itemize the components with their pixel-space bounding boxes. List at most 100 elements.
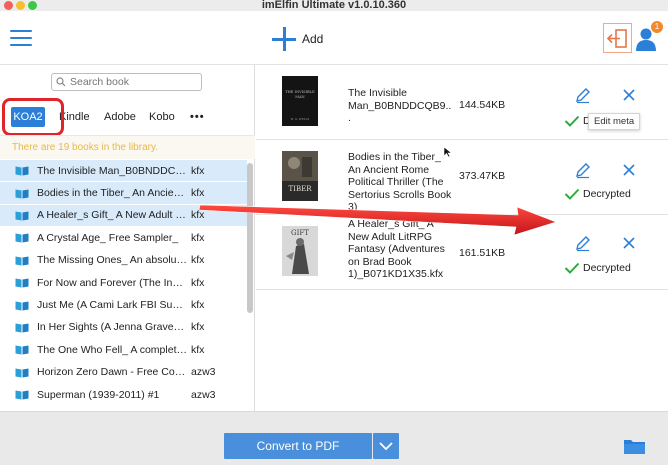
book-title: The Missing Ones_ An absolutely gripping… — [37, 254, 187, 267]
library-panel: KOA2 Kindle Adobe Kobo ••• There are 19 … — [0, 65, 255, 411]
edit-icon[interactable] — [574, 234, 592, 252]
book-list-item[interactable]: Superman (1939-2011) #1 azw3 — [0, 384, 247, 407]
book-icon — [15, 166, 29, 176]
search-input[interactable] — [70, 76, 190, 88]
conversion-item: GIFT A Healer_s Gift_ A New Adult LitRPG… — [256, 215, 668, 290]
book-cover-image: TIBER — [282, 151, 318, 201]
edit-meta-tooltip: Edit meta — [588, 113, 641, 130]
search-icon — [56, 77, 66, 87]
convert-button[interactable]: Convert to PDF — [224, 433, 372, 459]
folder-icon[interactable] — [623, 437, 646, 455]
notification-badge: 1 — [651, 21, 663, 33]
remove-icon[interactable] — [621, 162, 637, 178]
book-title: Bodies in the Tiber_ An Ancient Rome Pol… — [37, 187, 187, 200]
edit-icon[interactable] — [574, 161, 592, 179]
book-format: kfx — [191, 299, 205, 312]
book-format: kfx — [191, 343, 205, 356]
decrypted-status: Decrypted — [564, 188, 631, 200]
book-icon — [15, 189, 29, 199]
title-bar: imElfin Ultimate v1.0.10.360 — [0, 0, 668, 11]
book-list-item[interactable]: A Healer_s Gift_ A New Adult LitRPG Fant… — [0, 204, 247, 228]
chevron-down-icon — [379, 442, 393, 451]
conversion-file-name: The Invisible Man_B0BNDDCQB9... — [348, 87, 452, 124]
book-list-scrollbar[interactable] — [247, 160, 253, 410]
decrypted-status: Decrypted — [564, 262, 631, 274]
tab-kindle[interactable]: Kindle — [59, 107, 90, 127]
book-title: The One Who Fell_ A complete thriller — [37, 343, 187, 356]
book-format: kfx — [191, 209, 205, 222]
remove-icon[interactable] — [621, 235, 637, 251]
conversion-item: TIBER Bodies in the Tiber_ An Ancient Ro… — [256, 140, 668, 215]
book-title: Superman (1939-2011) #1 — [37, 388, 160, 401]
book-icon — [15, 278, 29, 288]
book-list-item[interactable]: Horizon Zero Dawn - Free Comic Book Day a… — [0, 362, 247, 384]
book-list-item[interactable]: The One Who Fell_ A complete thriller kfx — [0, 339, 247, 362]
book-list-item[interactable]: For Now and Forever (The Inn at Sunset H… — [0, 272, 247, 295]
book-icon — [15, 345, 29, 355]
status-label: Decrypted — [583, 262, 631, 274]
svg-text:MAN: MAN — [295, 95, 304, 99]
book-format: kfx — [191, 321, 205, 334]
book-cover-image: GIFT — [282, 226, 318, 276]
book-list-item[interactable]: A Crystal Age_ Free Sampler_ kfx — [0, 227, 247, 250]
book-icon — [15, 233, 29, 243]
book-format: kfx — [191, 187, 205, 200]
edit-icon[interactable] — [574, 86, 592, 104]
add-button[interactable]: Add — [272, 25, 323, 53]
book-list-item[interactable]: Bodies in the Tiber_ An Ancient Rome Pol… — [0, 182, 247, 205]
tab-koa2[interactable]: KOA2 — [11, 107, 45, 127]
mouse-cursor — [443, 146, 453, 158]
book-list-item[interactable]: Just Me (A Cami Lark FBI Suspense Thrill… — [0, 294, 247, 317]
book-icon — [15, 256, 29, 266]
svg-text:H. G. WELLS: H. G. WELLS — [291, 117, 310, 121]
book-icon — [15, 323, 29, 333]
book-icon — [15, 211, 29, 221]
book-format: kfx — [191, 276, 205, 289]
conversion-file-name: Bodies in the Tiber_ An Ancient Rome Pol… — [348, 151, 452, 213]
scroll-thumb[interactable] — [247, 163, 253, 313]
book-format: kfx — [191, 254, 205, 267]
book-icon — [15, 368, 29, 378]
conversion-file-name: A Healer_s Gift_ A New Adult LitRPG Fant… — [348, 218, 445, 280]
conversion-panel: THE INVISIBLE MAN H. G. WELLS The Invisi… — [256, 65, 668, 411]
book-cover-image: THE INVISIBLE MAN H. G. WELLS — [282, 76, 318, 126]
toolbar: Add 1 — [0, 11, 668, 65]
footer-bar: Convert to PDF — [0, 411, 668, 465]
logout-icon — [606, 29, 627, 48]
book-format: azw3 — [191, 388, 216, 401]
add-label: Add — [302, 32, 324, 46]
book-title: The Invisible Man_B0BNDDCQB9 — [37, 164, 187, 177]
status-label: Decrypted — [583, 188, 631, 200]
hamburger-menu-icon[interactable] — [10, 30, 32, 47]
book-format: kfx — [191, 164, 205, 177]
book-format: kfx — [191, 231, 205, 244]
check-icon — [564, 115, 580, 127]
book-list-item[interactable]: The Missing Ones_ An absolutely gripping… — [0, 250, 247, 272]
conversion-item: THE INVISIBLE MAN H. G. WELLS The Invisi… — [256, 65, 668, 140]
book-list: The Invisible Man_B0BNDDCQB9 kfx Bodies in… — [0, 160, 247, 407]
book-format: azw3 — [191, 366, 216, 379]
book-title: A Crystal Age_ Free Sampler_ — [37, 231, 179, 244]
window-title: imElfin Ultimate v1.0.10.360 — [261, 0, 407, 11]
book-list-item[interactable]: The Invisible Man_B0BNDDCQB9 kfx — [0, 160, 247, 183]
search-box[interactable] — [51, 73, 202, 91]
logout-button[interactable] — [603, 23, 632, 53]
tab-kobo[interactable]: Kobo — [149, 107, 175, 127]
check-icon — [564, 188, 580, 200]
conversion-file-size: 373.47KB — [459, 170, 506, 182]
library-count-text: There are 19 books in the library. — [12, 142, 159, 153]
user-account-button[interactable]: 1 — [634, 21, 663, 53]
book-title: A Healer_s Gift_ A New Adult LitRPG Fant… — [37, 209, 187, 222]
source-tabs: KOA2 Kindle Adobe Kobo ••• — [0, 95, 255, 136]
book-title: Just Me (A Cami Lark FBI Suspense Thrill… — [37, 299, 187, 312]
conversion-file-size: 144.54KB — [459, 99, 506, 111]
svg-text:THE INVISIBLE: THE INVISIBLE — [285, 90, 315, 94]
book-list-item[interactable]: In Her Sights (A Jenna Graves Mystery) kf… — [0, 317, 247, 340]
svg-text:GIFT: GIFT — [291, 229, 309, 237]
conversion-file-size: 161.51KB — [459, 247, 506, 259]
more-tabs-button[interactable]: ••• — [190, 107, 205, 127]
remove-icon[interactable] — [621, 87, 637, 103]
tab-adobe[interactable]: Adobe — [104, 107, 136, 127]
output-format-dropdown[interactable] — [373, 433, 399, 459]
book-icon — [15, 390, 29, 400]
